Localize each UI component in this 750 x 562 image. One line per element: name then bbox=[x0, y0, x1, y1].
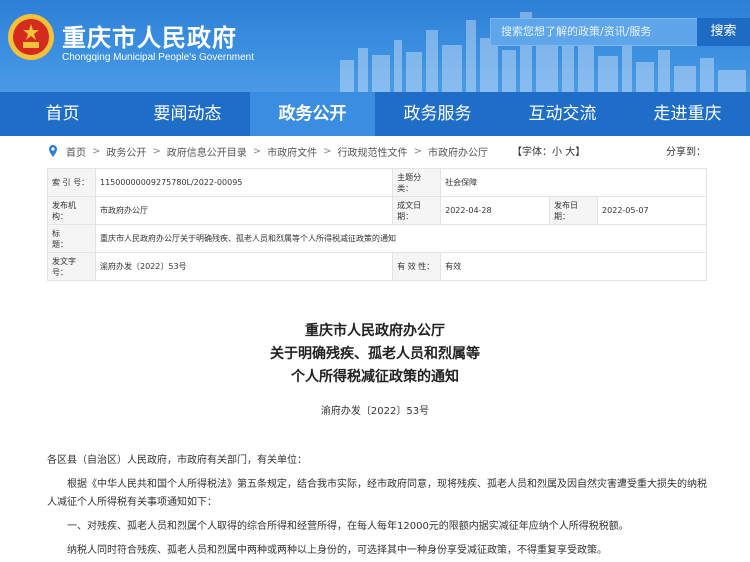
document-title: 重庆市人民政府办公厅 关于明确残疾、孤老人员和烈属等 个人所得税减征政策的通知 bbox=[0, 320, 750, 389]
title-value: 重庆市人民政府办公厅关于明确残疾、孤老人员和烈属等个人所得税减征政策的通知 bbox=[95, 224, 707, 253]
published-date-value: 2022-05-07 bbox=[597, 196, 707, 225]
national-emblem-icon bbox=[8, 14, 54, 60]
site-subtitle: Chongqing Municipal People's Government bbox=[62, 52, 255, 63]
nav-item-about-chongqing[interactable]: 走进重庆 bbox=[625, 92, 750, 136]
font-size-close: 】 bbox=[575, 147, 586, 158]
breadcrumb: 首页 > 政务公开 > 政府信息公开目录 > 市政府文件 > 行政规范性文件 >… bbox=[46, 141, 706, 161]
document-title-line3: 个人所得税减征政策的通知 bbox=[291, 369, 459, 385]
salutation: 各区县（自治区）人民政府，市政府有关部门，有关单位： bbox=[47, 455, 307, 466]
skyline-graphic bbox=[340, 12, 746, 92]
document-title-line2: 关于明确残疾、孤老人员和烈属等 bbox=[270, 346, 480, 362]
issuer-value: 市政府办公厅 bbox=[94, 196, 394, 225]
font-large-button[interactable]: 大 bbox=[565, 147, 575, 158]
main-nav: 首页 要闻动态 政务公开 政务服务 互动交流 走进重庆 bbox=[0, 92, 750, 136]
category-key: 主题分类： bbox=[392, 168, 442, 197]
nav-item-home[interactable]: 首页 bbox=[0, 92, 125, 136]
font-small-button[interactable]: 小 bbox=[552, 147, 562, 158]
document-meta-table: 索 引 号： 11500000009275780L/2022-00095 主题分… bbox=[47, 168, 707, 281]
index-value: 11500000009275780L/2022-00095 bbox=[94, 168, 394, 197]
document-body: 各区县（自治区）人民政府，市政府有关部门，有关单位： 根据《中华人民共和国个人所… bbox=[47, 452, 707, 562]
site-header: 重庆市人民政府 Chongqing Municipal People's Gov… bbox=[0, 0, 750, 92]
breadcrumb-separator: > bbox=[413, 145, 422, 157]
created-date-value: 2022-04-28 bbox=[440, 196, 551, 225]
validity-value: 有效 bbox=[440, 252, 707, 281]
nav-item-interaction[interactable]: 互动交流 bbox=[500, 92, 625, 136]
search-input[interactable]: 搜索您想了解的政策/资讯/服务 bbox=[490, 18, 698, 46]
document-number: 渝府办发〔2022〕53号 bbox=[320, 406, 430, 417]
paragraph-3: 纳税人同时符合残疾、孤老人员和烈属中两种或两种以上身份的，可选择其中一种身份享受… bbox=[67, 545, 607, 556]
created-date-key: 成文日期： bbox=[392, 196, 442, 225]
breadcrumb-separator: > bbox=[92, 145, 101, 157]
site-title[interactable]: 重庆市人民政府 bbox=[62, 18, 237, 53]
doc-number-value: 渝府办发〔2022〕53号 bbox=[94, 252, 394, 281]
breadcrumb-separator: > bbox=[323, 145, 332, 157]
breadcrumb-separator: > bbox=[252, 145, 262, 157]
font-size-control: 【字体：小 大】 bbox=[512, 143, 585, 158]
nav-item-services[interactable]: 政务服务 bbox=[375, 92, 500, 136]
breadcrumb-info-catalog[interactable]: 政府信息公开目录 bbox=[167, 144, 247, 159]
share-label: 分享到： bbox=[666, 147, 706, 158]
breadcrumb-gov-affairs[interactable]: 政务公开 bbox=[106, 144, 146, 159]
location-pin-icon bbox=[49, 145, 57, 157]
font-size-label: 【字体： bbox=[512, 147, 552, 158]
validity-key: 有 效 性： bbox=[392, 252, 442, 281]
issuer-key: 发布机构： bbox=[47, 196, 96, 225]
breadcrumb-separator: > bbox=[152, 145, 161, 157]
breadcrumb-home[interactable]: 首页 bbox=[66, 144, 86, 159]
index-key: 索 引 号： bbox=[47, 168, 96, 197]
breadcrumb-normative-docs[interactable]: 行政规范性文件 bbox=[338, 144, 408, 159]
breadcrumb-general-office[interactable]: 市政府办公厅 bbox=[428, 144, 488, 159]
doc-number-key: 发文字号： bbox=[47, 252, 96, 281]
document-title-line1: 重庆市人民政府办公厅 bbox=[305, 323, 445, 339]
breadcrumb-city-docs[interactable]: 市政府文件 bbox=[267, 144, 317, 159]
nav-item-news[interactable]: 要闻动态 bbox=[125, 92, 250, 136]
paragraph-2: 一、对残疾、孤老人员和烈属个人取得的综合所得和经营所得，在每人每年12000元的… bbox=[67, 521, 629, 532]
published-date-key: 发布日期： bbox=[549, 196, 599, 225]
paragraph-1: 根据《中华人民共和国个人所得税法》第五条规定，结合我市实际，经市政府同意，现将残… bbox=[47, 479, 707, 508]
title-key: 标 题： bbox=[47, 224, 96, 253]
search-button[interactable]: 搜索 bbox=[697, 18, 750, 46]
nav-item-gov-affairs[interactable]: 政务公开 bbox=[250, 92, 375, 136]
category-value: 社会保障 bbox=[440, 168, 707, 197]
